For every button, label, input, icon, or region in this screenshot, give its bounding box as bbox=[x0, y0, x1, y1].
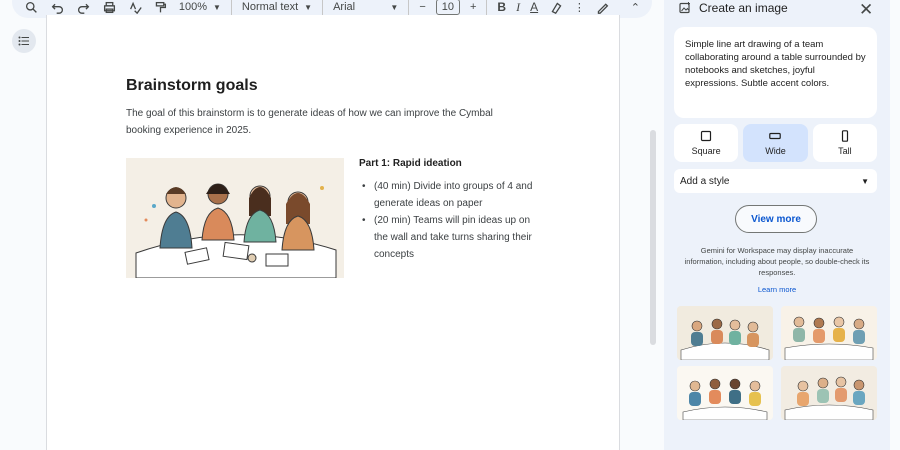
illustration-team-around-table bbox=[126, 158, 344, 278]
spellcheck-icon[interactable] bbox=[127, 0, 143, 15]
font-value: Arial bbox=[333, 1, 356, 13]
style-dropdown[interactable]: Add a style ▼ bbox=[674, 169, 877, 193]
editing-mode-icon[interactable] bbox=[595, 0, 611, 15]
paint-format-icon[interactable] bbox=[153, 0, 169, 15]
undo-icon[interactable] bbox=[50, 0, 66, 15]
increase-font-size-button[interactable]: + bbox=[470, 1, 476, 13]
print-icon[interactable] bbox=[101, 0, 117, 15]
generated-image-thumbnail[interactable] bbox=[781, 366, 877, 420]
list-item: (40 min) Divide into groups of 4 and gen… bbox=[362, 178, 542, 212]
more-options-icon[interactable]: ⋮ bbox=[574, 1, 585, 14]
create-image-panel: Create an image ✕ Simple line art drawin… bbox=[664, 0, 890, 450]
zoom-select[interactable]: 100% ▼ bbox=[179, 1, 221, 13]
image-add-icon bbox=[679, 2, 690, 14]
square-label: Square bbox=[691, 146, 721, 156]
search-menus-icon[interactable] bbox=[24, 0, 40, 15]
tall-rectangle-icon bbox=[841, 130, 848, 142]
square-icon bbox=[701, 130, 712, 142]
bold-button[interactable]: B bbox=[497, 0, 506, 14]
view-more-button[interactable]: View more bbox=[735, 205, 817, 233]
list-icon bbox=[18, 36, 29, 46]
style-placeholder: Add a style bbox=[680, 175, 730, 187]
divider bbox=[230, 0, 232, 15]
prompt-input[interactable]: Simple line art drawing of a team collab… bbox=[674, 27, 877, 118]
decrease-font-size-button[interactable]: − bbox=[419, 1, 425, 13]
redo-icon[interactable] bbox=[76, 0, 92, 15]
tall-label: Tall bbox=[838, 146, 852, 156]
panel-title: Create an image bbox=[699, 1, 788, 15]
zoom-value: 100% bbox=[178, 1, 208, 13]
italic-button[interactable]: I bbox=[516, 0, 520, 15]
divider bbox=[408, 0, 410, 15]
generated-image-thumbnail[interactable] bbox=[781, 306, 877, 360]
thumbnail-illustration bbox=[781, 306, 877, 360]
aspect-ratio-options: Square Wide Tall bbox=[674, 124, 877, 162]
generated-image-thumbnail[interactable] bbox=[677, 366, 773, 420]
page-title: Brainstorm goals bbox=[126, 77, 258, 94]
document-scrollbar[interactable] bbox=[650, 130, 656, 345]
chevron-down-icon: ▼ bbox=[304, 2, 313, 12]
text-color-button[interactable]: A bbox=[530, 0, 538, 14]
chevron-down-icon: ▼ bbox=[213, 2, 221, 12]
document-outline-button[interactable] bbox=[12, 29, 36, 53]
thumbnail-illustration bbox=[781, 366, 877, 420]
team-illustration-image[interactable] bbox=[126, 158, 344, 278]
chevron-down-icon: ▼ bbox=[390, 2, 399, 12]
divider bbox=[322, 0, 324, 15]
wide-rectangle-icon bbox=[769, 132, 782, 140]
learn-more-link[interactable]: Learn more bbox=[664, 285, 890, 294]
intro-paragraph: The goal of this brainstorm is to genera… bbox=[126, 108, 493, 136]
font-size-input[interactable]: 10 bbox=[435, 0, 460, 15]
panel-header: Create an image bbox=[679, 1, 788, 15]
list-item: (20 min) Teams will pin ideas up on the … bbox=[362, 212, 542, 263]
tall-option-button[interactable]: Tall bbox=[812, 124, 877, 162]
chevron-up-icon[interactable]: ⌃ bbox=[631, 1, 640, 14]
highlight-icon[interactable] bbox=[548, 0, 564, 15]
section-heading: Part 1: Rapid ideation bbox=[359, 158, 462, 169]
font-select[interactable]: Arial ▼ bbox=[333, 1, 398, 13]
text-style-select[interactable]: Normal text ▼ bbox=[242, 1, 312, 13]
disclaimer-text: Gemini for Workspace may display inaccur… bbox=[684, 246, 870, 277]
generated-image-thumbnail[interactable] bbox=[677, 306, 773, 360]
square-option-button[interactable]: Square bbox=[674, 124, 739, 162]
divider bbox=[486, 0, 488, 15]
chevron-down-icon: ▼ bbox=[861, 176, 869, 186]
wide-label: Wide bbox=[765, 146, 786, 156]
close-icon[interactable]: ✕ bbox=[859, 0, 873, 20]
wide-option-button[interactable]: Wide bbox=[743, 124, 808, 162]
generated-images-grid bbox=[677, 306, 877, 420]
bullet-list: (40 min) Divide into groups of 4 and gen… bbox=[362, 178, 542, 263]
thumbnail-illustration bbox=[677, 366, 773, 420]
text-style-value: Normal text bbox=[241, 1, 299, 13]
thumbnail-illustration bbox=[677, 306, 773, 360]
document-page[interactable]: Brainstorm goals The goal of this brains… bbox=[46, 15, 620, 450]
